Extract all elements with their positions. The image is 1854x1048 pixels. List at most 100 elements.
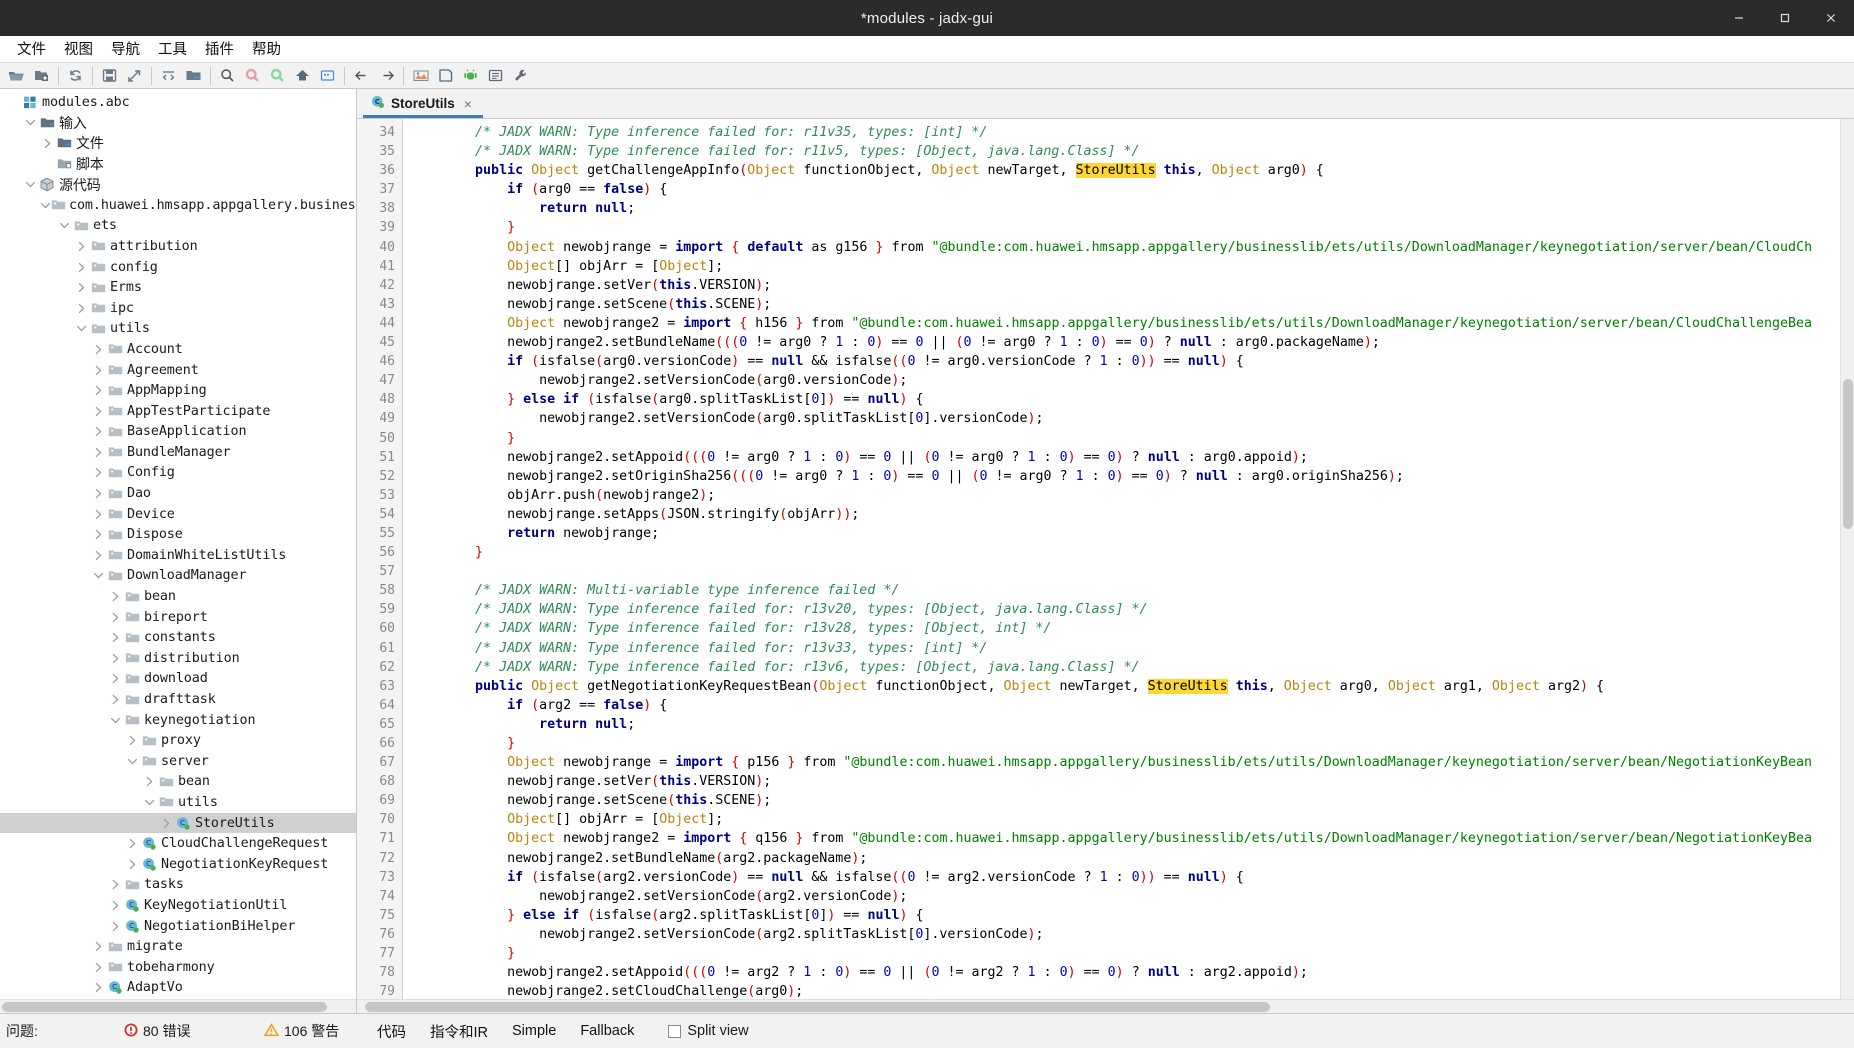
chevron-right-icon[interactable]	[108, 648, 123, 668]
tree-item-[interactable]: 输入	[0, 113, 356, 134]
chevron-right-icon[interactable]	[159, 813, 174, 833]
chevron-right-icon[interactable]	[91, 484, 106, 504]
mode-tab-fallback[interactable]: Fallback	[568, 1019, 646, 1043]
chevron-right-icon[interactable]	[91, 422, 106, 442]
tree-item-keynegotiation[interactable]: keynegotiation	[0, 710, 356, 731]
code-line[interactable]: newobjrange.setApps(JSON.stringify(objAr…	[411, 505, 1840, 524]
code-line[interactable]: /* JADX WARN: Multi-variable type infere…	[411, 581, 1840, 600]
tree-item-[interactable]: 文件	[0, 133, 356, 154]
mode-tab-smali-ir[interactable]: 指令和IR	[418, 1017, 500, 1046]
code-line[interactable]: newobjrange2.setVersionCode(arg0.splitTa…	[411, 409, 1840, 428]
code-line[interactable]: /* JADX WARN: Type inference failed for:…	[411, 619, 1840, 638]
tab-storeutils[interactable]: C StoreUtils ×	[363, 89, 483, 118]
code-line[interactable]: Object[] objArr = [Object];	[411, 257, 1840, 276]
tree-item-attribution[interactable]: attribution	[0, 236, 356, 257]
code-line[interactable]: if (isfalse(arg0.versionCode) == null &&…	[411, 352, 1840, 371]
code-line[interactable]: public Object getNegotiationKeyRequestBe…	[411, 677, 1840, 696]
bookmark-icon[interactable]	[433, 64, 458, 87]
decompile-all-icon[interactable]	[240, 64, 265, 87]
open-file-icon[interactable]	[4, 64, 29, 87]
menu-file[interactable]: 文件	[8, 36, 55, 61]
code-line[interactable]: Object[] objArr = [Object];	[411, 810, 1840, 829]
code-line[interactable]: return null;	[411, 199, 1840, 218]
tree-item-appmapping[interactable]: AppMapping	[0, 380, 356, 401]
split-view-toggle[interactable]: Split view	[668, 1023, 749, 1039]
tree-item-baseapplication[interactable]: BaseApplication	[0, 422, 356, 443]
tree-item-com-huawei-hmsapp-appgallery-businessli[interactable]: com.huawei.hmsapp.appgallery.businessli	[0, 195, 356, 216]
code-line[interactable]: }	[411, 543, 1840, 562]
code-line[interactable]: Object newobjrange = import { p156 } fro…	[411, 753, 1840, 772]
chevron-right-icon[interactable]	[108, 875, 123, 895]
code-line[interactable]: /* JADX WARN: Type inference failed for:…	[411, 639, 1840, 658]
mode-tab-simple[interactable]: Simple	[500, 1019, 568, 1043]
chevron-right-icon[interactable]	[91, 381, 106, 401]
chevron-right-icon[interactable]	[91, 525, 106, 545]
chevron-right-icon[interactable]	[142, 772, 157, 792]
chevron-down-icon[interactable]	[142, 792, 157, 812]
menu-navigation[interactable]: 导航	[102, 36, 149, 61]
chevron-down-icon[interactable]	[125, 751, 140, 771]
close-icon[interactable]	[1808, 0, 1854, 36]
code-line[interactable]: newobjrange.setScene(this.SCENE);	[411, 791, 1840, 810]
settings-wrench-icon[interactable]	[508, 64, 533, 87]
comment-search-icon[interactable]	[265, 64, 290, 87]
tree-item-negotiationbihelper[interactable]: C NegotiationBiHelper	[0, 916, 356, 937]
code-line[interactable]: return newobjrange;	[411, 524, 1840, 543]
minimize-icon[interactable]	[1716, 0, 1762, 36]
code-line[interactable]: Object newobjrange2 = import { q156 } fr…	[411, 829, 1840, 848]
chevron-right-icon[interactable]	[91, 504, 106, 524]
tree-item-account[interactable]: Account	[0, 339, 356, 360]
chevron-right-icon[interactable]	[74, 278, 89, 298]
code-line[interactable]: }	[411, 734, 1840, 753]
chevron-right-icon[interactable]	[108, 607, 123, 627]
tree-item-bireport[interactable]: bireport	[0, 607, 356, 628]
tree-item-dispose[interactable]: Dispose	[0, 524, 356, 545]
tree-item-device[interactable]: Device	[0, 504, 356, 525]
quark-icon[interactable]	[408, 64, 433, 87]
code-vscrollbar-thumb[interactable]	[1843, 379, 1853, 529]
chevron-right-icon[interactable]	[91, 957, 106, 977]
warning-status[interactable]: 106 警告	[263, 1021, 339, 1041]
code-line[interactable]: newobjrange.setVer(this.VERSION);	[411, 276, 1840, 295]
code-line[interactable]: Object newobjrange = import { default as…	[411, 238, 1840, 257]
tree-item-config[interactable]: Config	[0, 463, 356, 484]
chevron-right-icon[interactable]	[108, 690, 123, 710]
code-line[interactable]: public Object getChallengeAppInfo(Object…	[411, 161, 1840, 180]
tree-item-domainwhitelistutils[interactable]: DomainWhiteListUtils	[0, 545, 356, 566]
code-hscrollbar-thumb[interactable]	[365, 1002, 1270, 1012]
tree-item-constants[interactable]: constants	[0, 627, 356, 648]
forward-arrow-icon[interactable]	[374, 64, 399, 87]
code-line[interactable]: newobjrange2.setOriginSha256(((0 != arg0…	[411, 467, 1840, 486]
tree-item-bundlemanager[interactable]: BundleManager	[0, 442, 356, 463]
tree-item-config[interactable]: config	[0, 257, 356, 278]
tree-item-utils[interactable]: utils	[0, 792, 356, 813]
code-line[interactable]: if (isfalse(arg2.versionCode) == null &&…	[411, 868, 1840, 887]
code-line[interactable]: objArr.push(newobjrange2);	[411, 486, 1840, 505]
chevron-right-icon[interactable]	[108, 916, 123, 936]
tree-item-[interactable]: 脚本	[0, 154, 356, 175]
sync-icon[interactable]	[156, 64, 181, 87]
chevron-right-icon[interactable]	[91, 978, 106, 998]
code-vscrollbar[interactable]	[1840, 119, 1854, 999]
code-line[interactable]: return null;	[411, 715, 1840, 734]
code-line[interactable]: newobjrange2.setAppoid(((0 != arg2 ? 1 :…	[411, 963, 1840, 982]
mode-tab-code[interactable]: 代码	[365, 1017, 418, 1046]
code-hscrollbar[interactable]	[357, 999, 1854, 1013]
maximize-icon[interactable]	[1762, 0, 1808, 36]
code-line[interactable]: Object newobjrange2 = import { h156 } fr…	[411, 314, 1840, 333]
code-line[interactable]: if (arg0 == false) {	[411, 180, 1840, 199]
tab-close-icon[interactable]: ×	[461, 96, 475, 112]
add-files-icon[interactable]	[29, 64, 54, 87]
tree-item-server[interactable]: server	[0, 751, 356, 772]
code-line[interactable]: }	[411, 944, 1840, 963]
chevron-right-icon[interactable]	[108, 587, 123, 607]
code-line[interactable]: newobjrange2.setCloudChallenge(arg0);	[411, 982, 1840, 999]
tree-item-downloadmanager[interactable]: DownloadManager	[0, 566, 356, 587]
menu-tools[interactable]: 工具	[149, 36, 196, 61]
code-line[interactable]: newobjrange2.setAppoid(((0 != arg0 ? 1 :…	[411, 448, 1840, 467]
tree-hscrollbar-thumb[interactable]	[2, 1002, 327, 1012]
code-line[interactable]	[411, 562, 1840, 581]
tree-item-keynegotiationutil[interactable]: C KeyNegotiationUtil	[0, 895, 356, 916]
chevron-down-icon[interactable]	[108, 710, 123, 730]
code-line[interactable]: newobjrange.setScene(this.SCENE);	[411, 295, 1840, 314]
